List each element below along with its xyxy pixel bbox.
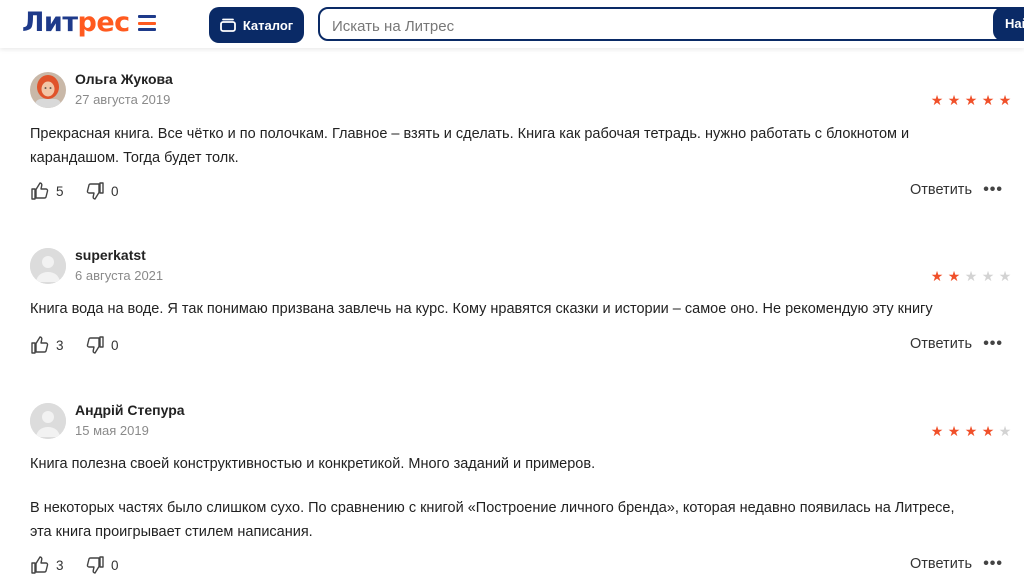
litres-logo[interactable]: Литрес <box>22 6 156 40</box>
logo-text-part1: Лит <box>22 7 78 38</box>
star-filled-icon: ★ <box>930 93 944 109</box>
dislike-button[interactable]: 0 <box>85 555 119 575</box>
star-filled-icon: ★ <box>998 93 1012 109</box>
like-button[interactable]: 5 <box>30 181 64 201</box>
review-text-line <box>30 476 1010 496</box>
reply-button[interactable]: Ответить <box>910 336 972 352</box>
star-filled-icon: ★ <box>981 93 995 109</box>
review-text-line: В некоторых частях было слишком сухо. По… <box>30 500 955 516</box>
dislike-count: 0 <box>111 183 119 199</box>
reply-button[interactable]: Ответить <box>910 182 972 198</box>
rating-stars: ★ ★ ★ ★ ★ <box>930 94 1012 108</box>
dislike-count: 0 <box>111 557 119 573</box>
search-button[interactable]: Най <box>993 7 1024 41</box>
review-date: 15 мая 2019 <box>75 423 149 438</box>
star-filled-icon: ★ <box>930 269 944 285</box>
catalog-button[interactable]: Каталог <box>209 7 304 43</box>
logo-text-part2: рес <box>77 7 131 38</box>
review-text: Прекрасная книга. Все чётко и по полочка… <box>30 122 1010 170</box>
review-text: Книга вода на воде. Я так понимаю призва… <box>30 297 1010 321</box>
star-filled-icon: ★ <box>930 424 944 440</box>
star-filled-icon: ★ <box>964 93 978 109</box>
search-box <box>318 7 1024 41</box>
dislike-button[interactable]: 0 <box>85 335 119 355</box>
like-button[interactable]: 3 <box>30 335 64 355</box>
catalog-icon <box>219 18 236 32</box>
user-photo-icon <box>30 72 66 108</box>
thumbs-down-icon <box>86 556 104 574</box>
rating-stars: ★ ★ ★ ★ ★ <box>930 425 1012 439</box>
avatar[interactable] <box>30 403 66 439</box>
review-text: Книга полезна своей конструктивностью и … <box>30 452 1010 544</box>
site-header: Литрес Каталог Най <box>0 0 1024 48</box>
more-dots-icon[interactable]: ••• <box>983 335 1003 353</box>
star-filled-icon: ★ <box>981 424 995 440</box>
star-empty-icon: ★ <box>964 269 978 285</box>
reply-button[interactable]: Ответить <box>910 556 972 572</box>
star-empty-icon: ★ <box>981 269 995 285</box>
avatar[interactable] <box>30 72 66 108</box>
review-date: 27 августа 2019 <box>75 92 171 107</box>
user-placeholder-icon <box>30 248 66 284</box>
like-button[interactable]: 3 <box>30 555 64 575</box>
review-actions: 3 0 Ответить ••• <box>30 335 1014 355</box>
more-dots-icon[interactable]: ••• <box>983 181 1003 199</box>
dislike-count: 0 <box>111 337 119 353</box>
search-input[interactable] <box>330 15 974 37</box>
avatar[interactable] <box>30 248 66 284</box>
review-actions: 3 0 Ответить ••• <box>30 555 1014 575</box>
review-text-line: эта книга проигрывает стилем написания. <box>30 524 313 540</box>
dislike-button[interactable]: 0 <box>85 181 119 201</box>
thumbs-down-icon <box>86 336 104 354</box>
review-text-line: Книга полезна своей конструктивностью и … <box>30 456 596 472</box>
logo-stripes-icon <box>137 15 156 31</box>
review-author[interactable]: superkatst <box>75 247 146 263</box>
thumbs-up-icon <box>31 336 49 354</box>
star-empty-icon: ★ <box>998 269 1012 285</box>
user-placeholder-icon <box>30 403 66 439</box>
star-filled-icon: ★ <box>947 269 961 285</box>
star-filled-icon: ★ <box>947 93 961 109</box>
review-text-line: Книга вода на воде. Я так понимаю призва… <box>30 301 933 317</box>
thumbs-down-icon <box>86 182 104 200</box>
review-actions: 5 0 Ответить ••• <box>30 181 1014 201</box>
thumbs-up-icon <box>31 556 49 574</box>
like-count: 3 <box>56 557 64 573</box>
review-author[interactable]: Андрій Степура <box>75 402 185 418</box>
like-count: 5 <box>56 183 64 199</box>
more-dots-icon[interactable]: ••• <box>983 555 1003 573</box>
review-text-line: карандашом. Тогда будет толк. <box>30 150 239 166</box>
star-filled-icon: ★ <box>947 424 961 440</box>
review-text-line: Прекрасная книга. Все чётко и по полочка… <box>30 126 910 142</box>
star-filled-icon: ★ <box>964 424 978 440</box>
catalog-label: Каталог <box>242 17 294 33</box>
like-count: 3 <box>56 337 64 353</box>
review-author[interactable]: Ольга Жукова <box>75 71 173 87</box>
thumbs-up-icon <box>31 182 49 200</box>
review-date: 6 августа 2021 <box>75 268 164 283</box>
rating-stars: ★ ★ ★ ★ ★ <box>930 270 1012 284</box>
star-empty-icon: ★ <box>998 424 1012 440</box>
